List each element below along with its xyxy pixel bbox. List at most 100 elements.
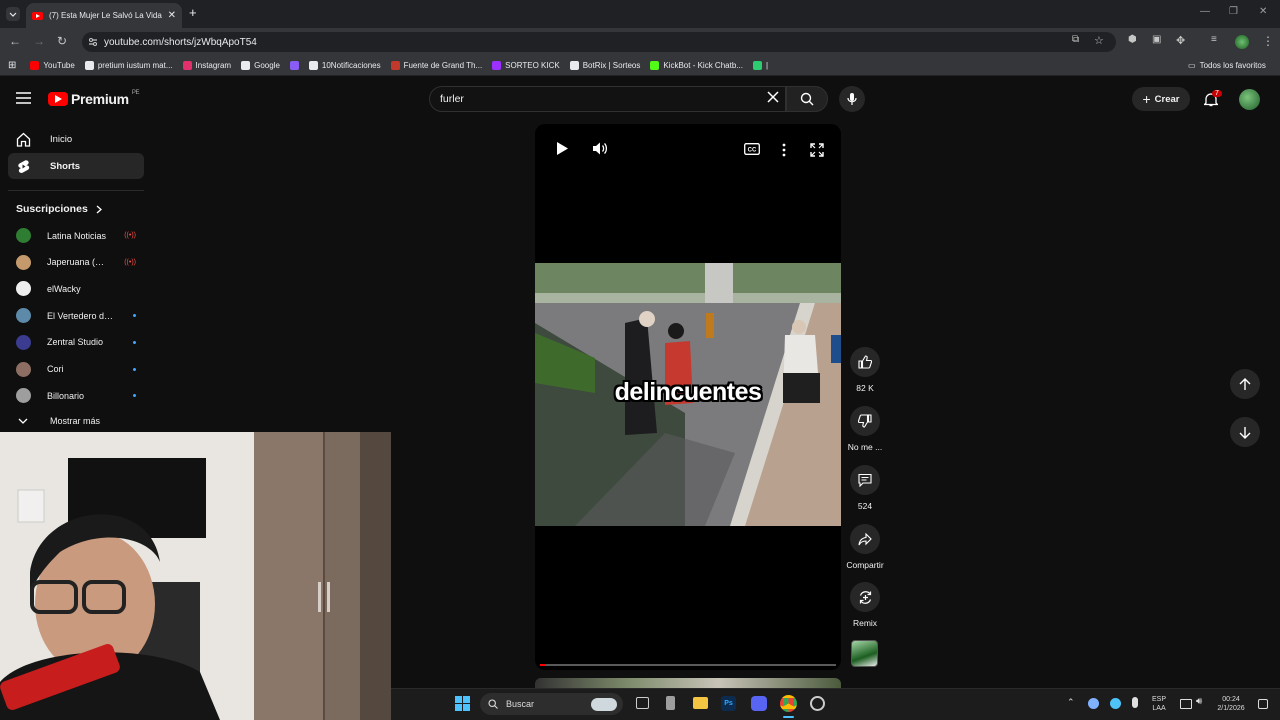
photoshop-icon[interactable]: Ps <box>721 696 736 711</box>
install-app-icon[interactable]: ⧉ <box>1072 34 1079 45</box>
bookmark-item[interactable]: Google <box>241 61 280 70</box>
clear-search-icon[interactable] <box>767 91 779 103</box>
back-button[interactable]: ← <box>9 34 21 48</box>
maximize-button[interactable]: ❐ <box>1229 6 1238 17</box>
play-icon <box>557 142 568 155</box>
youtube-premium-logo[interactable]: Premium PE <box>48 90 140 107</box>
bookmark-item[interactable]: KickBot - Kick Chatb... <box>650 61 743 70</box>
minimize-button[interactable]: — <box>1200 6 1210 17</box>
like-action[interactable]: 82 K <box>845 347 885 393</box>
account-avatar[interactable] <box>1239 89 1260 110</box>
subscription-item[interactable]: Latina Noticias ((•)) <box>16 228 136 243</box>
profile-avatar[interactable] <box>1235 35 1249 49</box>
bookmark-item[interactable]: 10Notificaciones <box>308 61 381 70</box>
clock[interactable]: 00:24 2/1/2026 <box>1216 695 1246 713</box>
channel-avatar <box>16 361 31 377</box>
show-more-button[interactable]: Mostrar más <box>18 416 100 426</box>
bookmark-item[interactable]: SORTEO KICK <box>492 61 560 70</box>
next-short-button[interactable] <box>1230 417 1260 447</box>
media-control-icon[interactable]: ≡ <box>1211 34 1217 45</box>
dislike-button[interactable] <box>850 406 880 436</box>
tray-app-icon[interactable] <box>1088 698 1099 709</box>
subscription-item[interactable]: Japeruana (Nam...((•)) <box>16 254 136 270</box>
new-tab-button[interactable]: + <box>189 5 197 20</box>
browser-tab[interactable]: (7) Esta Mujer Le Salvó La Vida ✕ <box>26 3 182 28</box>
previous-short-button[interactable] <box>1230 369 1260 399</box>
comments-button[interactable] <box>850 465 880 495</box>
subscription-item[interactable]: Billonario <box>16 388 136 404</box>
bookmark-item[interactable]: BotRix | Sorteos <box>569 61 640 70</box>
reload-button[interactable]: ↻ <box>57 34 67 48</box>
network-icon[interactable] <box>1180 699 1192 709</box>
share-button[interactable] <box>850 524 880 554</box>
extension-icon[interactable]: ⬢ <box>1128 34 1137 45</box>
file-explorer-icon[interactable] <box>693 697 708 709</box>
bookmark-favicon-icon <box>492 61 502 70</box>
subscription-item[interactable]: elWacky <box>16 281 136 297</box>
sound-thumbnail[interactable] <box>851 640 878 667</box>
bookmark-item[interactable]: YouTube <box>30 61 75 70</box>
create-button[interactable]: + Crear <box>1132 87 1190 111</box>
bookmark-favicon-icon <box>241 61 251 70</box>
fullscreen-icon[interactable] <box>810 143 824 157</box>
voice-search-button[interactable] <box>839 86 865 112</box>
thumbs-up-icon <box>858 355 872 369</box>
app-icon[interactable] <box>810 696 825 711</box>
all-bookmarks-folder[interactable]: ▭ Todos los favoritos <box>1188 61 1266 70</box>
extensions-puzzle-icon[interactable]: ✥ <box>1176 34 1185 47</box>
bookmark-item[interactable]: | <box>752 61 768 70</box>
app-icon[interactable] <box>666 696 675 710</box>
tray-app-icon[interactable] <box>1110 698 1121 709</box>
tray-overflow-chevron-icon[interactable]: ⌃ <box>1067 698 1075 707</box>
volume-button[interactable] <box>592 141 608 156</box>
comments-action[interactable]: 524 <box>845 465 885 511</box>
address-bar[interactable]: youtube.com/shorts/jzWbqApoT54 <box>82 32 1116 52</box>
taskbar-search-box[interactable]: Buscar <box>480 693 623 715</box>
like-button[interactable] <box>850 347 880 377</box>
site-info-icon[interactable] <box>88 37 98 47</box>
bookmark-item[interactable]: pretium iustum mat... <box>84 61 173 70</box>
notification-center-icon[interactable] <box>1258 699 1268 709</box>
progress-bar[interactable] <box>540 664 836 666</box>
extension-icon[interactable]: ▣ <box>1152 34 1161 45</box>
share-icon <box>858 532 872 545</box>
volume-tray-icon[interactable]: 🔊︎ <box>1196 697 1202 707</box>
webcam-image <box>0 432 391 720</box>
close-tab-icon[interactable]: ✕ <box>168 10 176 21</box>
subscription-item[interactable]: El Vertedero de ... <box>16 308 136 324</box>
search-input[interactable]: furler <box>429 86 786 112</box>
more-options-icon[interactable] <box>782 143 786 157</box>
apps-grid-icon[interactable]: ⊞ <box>8 60 16 71</box>
sidebar-item-shorts[interactable]: Shorts <box>8 153 144 179</box>
hamburger-menu-icon[interactable] <box>16 92 31 104</box>
remix-action[interactable]: Remix <box>845 582 885 628</box>
sidebar-item-inicio[interactable]: Inicio <box>8 126 144 152</box>
bookmark-item[interactable] <box>289 61 299 70</box>
bookmark-favicon-icon <box>289 61 299 70</box>
browser-menu-icon[interactable]: ⋮ <box>1262 34 1274 48</box>
forward-button[interactable]: → <box>33 34 45 48</box>
chrome-icon[interactable] <box>780 695 797 712</box>
subscriptions-heading[interactable]: Suscripciones <box>16 203 102 215</box>
windows-start-icon[interactable] <box>455 696 470 711</box>
search-button[interactable] <box>786 86 828 112</box>
play-button[interactable] <box>556 141 569 156</box>
task-view-icon[interactable] <box>636 697 649 709</box>
input-language[interactable]: ESP LAA <box>1152 695 1166 713</box>
subscription-item[interactable]: Zentral Studio <box>16 334 136 350</box>
bookmark-favicon-icon <box>569 61 579 70</box>
remix-button[interactable] <box>850 582 880 612</box>
dislike-action[interactable]: No me ... <box>845 406 885 452</box>
taskbar-active-indicator <box>783 716 794 718</box>
share-action[interactable]: Compartir <box>845 524 885 570</box>
bookmark-item[interactable]: Fuente de Grand Th... <box>390 61 482 70</box>
discord-icon[interactable] <box>751 696 767 711</box>
bookmark-item[interactable]: Instagram <box>182 61 231 70</box>
subscription-item[interactable]: Cori <box>16 361 136 377</box>
tab-search-button[interactable] <box>6 7 20 21</box>
bookmark-star-icon[interactable]: ☆ <box>1094 34 1104 47</box>
channel-avatar <box>16 228 31 243</box>
close-window-button[interactable]: ✕ <box>1259 6 1267 17</box>
tray-microphone-icon[interactable] <box>1132 697 1138 708</box>
captions-button[interactable]: CC <box>744 143 760 155</box>
